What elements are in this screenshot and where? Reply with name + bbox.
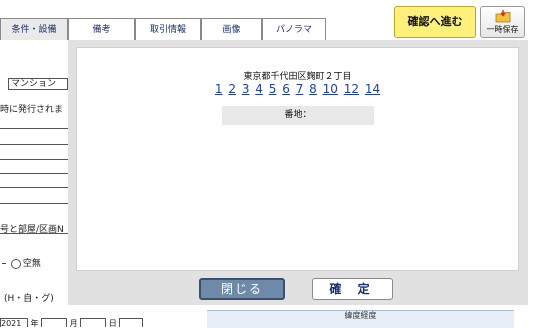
issue-note-text: 時に発行されま [0,105,64,115]
block-number-links: 1 2 3 4 5 6 7 8 10 12 14 [77,82,518,96]
day-field[interactable] [80,318,107,327]
tab-transaction[interactable]: 取引情報 [135,18,201,40]
temp-save-button[interactable]: 一時保存 [480,6,525,38]
block-link-3[interactable]: 3 [242,82,250,96]
radio-remnant [2,263,6,264]
date-row: 2021 年 月 日 [0,318,230,327]
block-link-6[interactable]: 6 [282,82,290,96]
month-field[interactable] [41,318,68,327]
structure-text: (H・自・グ) [4,294,54,304]
block-link-4[interactable]: 4 [255,82,263,96]
vacant-label: 空無 [22,259,41,269]
banchi-label: 番地： [222,106,374,125]
date-extra-field[interactable] [119,318,144,327]
year-field[interactable]: 2021 [0,318,28,327]
block-link-12[interactable]: 12 [344,82,359,96]
block-link-10[interactable]: 10 [323,82,338,96]
form-line [0,233,68,234]
vacant-radio[interactable] [10,258,21,269]
form-line [0,159,68,160]
block-link-5[interactable]: 5 [269,82,277,96]
tab-bar: 条件・設備 備考 取引情報 画像 パノラマ 確認へ進む 一時保存 [0,0,543,40]
block-link-8[interactable]: 8 [309,82,317,96]
form-line [0,187,68,188]
tab-panorama[interactable]: パノラマ [262,18,326,40]
temp-save-label: 一時保存 [486,25,519,34]
property-type-field[interactable]: マンション [8,78,68,90]
form-line [0,144,68,145]
close-button[interactable]: 閉じる [199,278,285,300]
latlng-label: 緯度経度 [207,310,514,328]
tab-images[interactable]: 画像 [201,18,262,40]
confirm-proceed-button[interactable]: 確認へ進む [394,6,476,38]
right-margin [528,40,543,327]
tab-remarks[interactable]: 備考 [68,18,135,40]
address-picker-overlay: 東京都千代田区麹町２丁目 1 2 3 4 5 6 7 8 10 12 14 番地… [68,40,528,305]
address-title: 東京都千代田区麹町２丁目 [243,72,352,82]
confirm-button[interactable]: 確 定 [312,278,393,300]
block-link-1[interactable]: 1 [215,82,223,96]
form-line [0,128,68,129]
vacancy-radio-group: 空無 [2,256,41,269]
block-link-14[interactable]: 14 [365,82,380,96]
form-line [0,173,68,174]
block-link-7[interactable]: 7 [296,82,304,96]
address-picker-panel: 東京都千代田区麹町２丁目 1 2 3 4 5 6 7 8 10 12 14 番地… [76,47,519,271]
folder-download-icon [495,10,510,23]
form-line [0,203,68,204]
tab-conditions[interactable]: 条件・設備 [0,18,68,40]
block-link-2[interactable]: 2 [228,82,236,96]
